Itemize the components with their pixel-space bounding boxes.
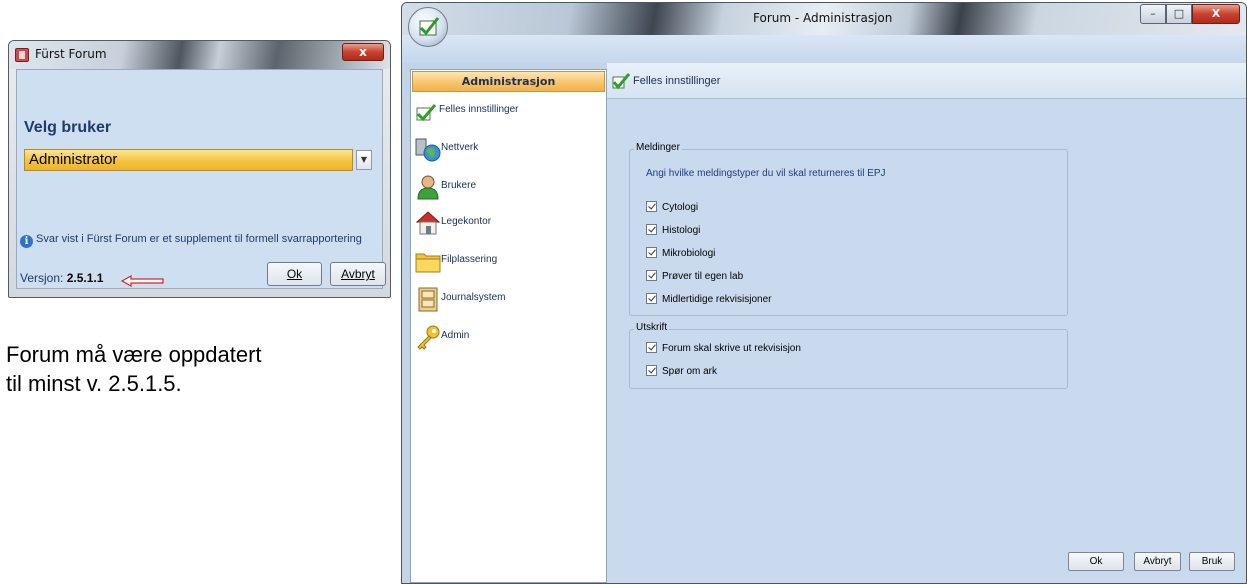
login-dialog: Fürst Forum x Velg bruker Administrator … (8, 40, 391, 298)
caption-line-2: til minst v. 2.5.1.5. (6, 371, 182, 396)
info-message: i Svar vist i Fürst Forum er et supplemen… (20, 233, 362, 248)
utskrift-group: Utskrift Forum skal skrive ut rekvisisjo… (629, 322, 1068, 389)
cancel-button-label: Avbryt (341, 267, 375, 281)
nav-header: Administrasjon (412, 71, 605, 92)
login-dialog-body (16, 69, 383, 289)
house-icon (415, 211, 441, 235)
nav-item-legekontor[interactable]: Legekontor (415, 208, 603, 240)
checkbox-forum-skal-skrive-ut[interactable]: Forum skal skrive ut rekvisisjon (646, 342, 801, 356)
checkmark-icon (419, 17, 440, 36)
group-description: Angi hvilke meldingstyper du vil skal re… (646, 168, 886, 179)
nav-item-label: Felles innstillinger (439, 104, 519, 115)
close-button[interactable]: x (342, 43, 384, 61)
checkbox-histologi[interactable]: Histologi (646, 224, 700, 238)
chevron-down-icon[interactable]: ▼ (356, 150, 372, 170)
checkbox-midlertidige-rekvisisjoner[interactable]: Midlertidige rekvisisjoner (646, 293, 771, 307)
version-prefix: Versjon: (20, 271, 64, 285)
nav-item-felles-innstillinger[interactable]: Felles innstillinger (415, 98, 603, 130)
group-legend: Meldinger (634, 142, 682, 153)
apply-button[interactable]: Bruk (1189, 552, 1235, 571)
close-button[interactable]: X (1192, 4, 1240, 24)
login-dialog-title: Fürst Forum (35, 47, 107, 61)
checkbox-label: Spør om ark (662, 366, 718, 377)
admin-window-titlebar[interactable]: Forum - Administrasjon – □ X (402, 3, 1246, 35)
checkbox[interactable] (646, 247, 657, 258)
nav-item-admin[interactable]: Admin (415, 322, 603, 354)
page-title: Felles innstillinger (633, 75, 721, 87)
arrow-left-icon (121, 275, 164, 287)
select-user-heading: Velg bruker (24, 119, 112, 136)
checkmark-icon (612, 73, 631, 90)
checkbox[interactable] (646, 201, 657, 212)
content-panel: Felles innstillinger Meldinger Angi hvil… (607, 63, 1246, 583)
caption-line-1: Forum må være oppdatert (6, 342, 262, 367)
key-icon (417, 325, 440, 350)
app-menu-button[interactable] (408, 7, 448, 47)
nav-item-brukere[interactable]: Brukere (415, 172, 603, 204)
checkbox-label: Mikrobiologi (662, 248, 716, 259)
network-icon (415, 138, 441, 162)
nav-item-nettverk[interactable]: Nettverk (415, 134, 603, 166)
nav-item-label: Admin (441, 330, 470, 341)
checkbox-cytologi[interactable]: Cytologi (646, 201, 698, 215)
nav-item-filplassering[interactable]: Filplassering (415, 246, 603, 278)
nav-item-label: Journalsystem (441, 292, 506, 303)
nav-item-label: Legekontor (441, 216, 492, 227)
admin-window: Forum - Administrasjon – □ X Administras… (401, 2, 1247, 584)
checkbox-mikrobiologi[interactable]: Mikrobiologi (646, 247, 715, 261)
nav-item-label: Filplassering (441, 254, 498, 265)
checkbox-label: Forum skal skrive ut rekvisisjon (662, 343, 801, 354)
ok-button[interactable]: Ok (1068, 552, 1124, 571)
group-legend: Utskrift (634, 322, 670, 333)
cancel-button[interactable]: Avbryt (330, 262, 386, 286)
ok-button[interactable]: Ok (267, 262, 322, 286)
minimize-button[interactable]: – (1140, 4, 1166, 24)
checkbox[interactable] (646, 365, 657, 376)
checkbox[interactable] (646, 342, 657, 353)
content-header: Felles innstillinger (607, 63, 1246, 99)
cabinet-icon (418, 287, 438, 312)
checkbox-label: Midlertidige rekvisisjoner (662, 294, 772, 305)
checkbox-label: Histologi (662, 225, 701, 236)
nav-item-label: Brukere (441, 180, 477, 191)
admin-window-title: Forum - Administrasjon (753, 11, 893, 25)
ok-button-label: Ok (286, 267, 303, 281)
user-icon (417, 175, 439, 200)
caption-text: Forum må være oppdatert til minst v. 2.5… (6, 340, 386, 398)
meldinger-group: Meldinger Angi hvilke meldingstyper du v… (629, 142, 1068, 316)
maximize-button[interactable]: □ (1166, 4, 1192, 24)
checkbox[interactable] (646, 293, 657, 304)
checkbox-label: Cytologi (662, 202, 699, 213)
checkbox[interactable] (646, 270, 657, 281)
version-label: Versjon: 2.5.1.1 (20, 271, 103, 285)
version-value: 2.5.1.1 (66, 271, 104, 285)
folder-icon (415, 253, 441, 273)
nav-item-journalsystem[interactable]: Journalsystem (415, 284, 603, 316)
navigation-pane: Administrasjon Felles innstillinger Nett… (410, 69, 607, 583)
info-text: Svar vist i Fürst Forum er et supplement… (36, 233, 362, 245)
app-icon (15, 48, 29, 62)
checkmark-icon (416, 104, 437, 122)
checkbox-spor-om-ark[interactable]: Spør om ark (646, 365, 717, 379)
checkbox-prover-til-egen-lab[interactable]: Prøver til egen lab (646, 270, 743, 284)
login-titlebar[interactable]: Fürst Forum x (9, 41, 390, 69)
cancel-button[interactable]: Avbryt (1134, 552, 1181, 571)
info-icon: i (20, 235, 33, 248)
ribbon-bar (402, 35, 1246, 63)
user-select[interactable]: Administrator (24, 149, 353, 171)
checkbox-label: Prøver til egen lab (662, 271, 744, 282)
checkbox[interactable] (646, 224, 657, 235)
nav-item-label: Nettverk (441, 142, 479, 153)
